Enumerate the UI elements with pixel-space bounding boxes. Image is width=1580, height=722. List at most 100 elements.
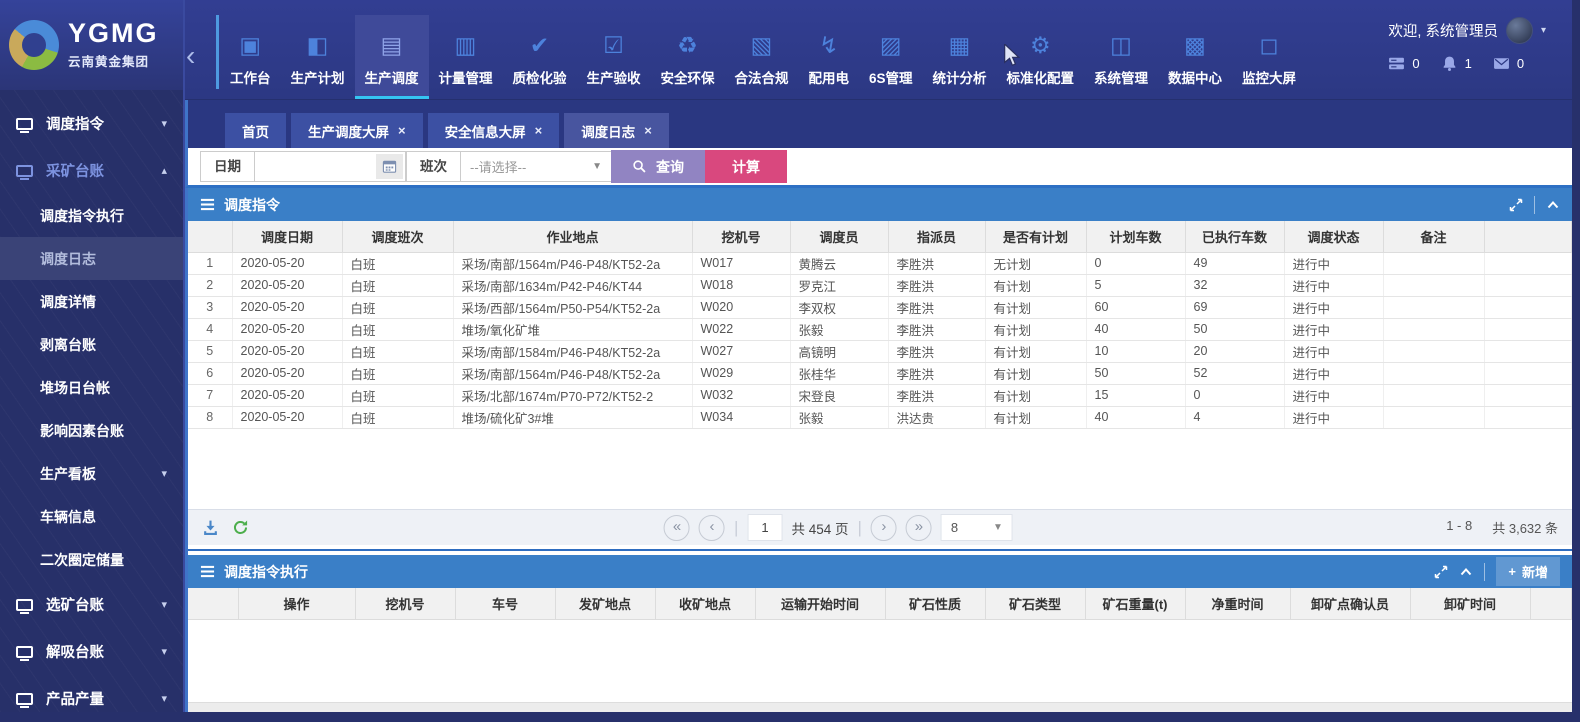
- download-icon[interactable]: [202, 519, 219, 536]
- sidebar-item[interactable]: 生产看板▾: [0, 452, 183, 495]
- sidebar-item-label: 调度日志: [40, 249, 96, 269]
- horizontal-scrollbar[interactable]: [188, 702, 1572, 712]
- topnav-item-bigscreen[interactable]: ◻监控大屏: [1232, 15, 1306, 99]
- add-button[interactable]: + 新增: [1496, 557, 1560, 586]
- collapse-panel-icon[interactable]: [1459, 565, 1473, 579]
- topnav-item-production-plan[interactable]: ◧生产计划: [281, 15, 355, 99]
- column-header: 指派员: [888, 221, 985, 252]
- tab[interactable]: 首页: [225, 113, 286, 148]
- table-cell: 白班: [342, 406, 453, 428]
- calendar-icon[interactable]: [376, 154, 403, 179]
- table-row[interactable]: 52020-05-20白班采场/南部/1584m/P46-P48/KT52-2a…: [188, 340, 1572, 362]
- bell-icon[interactable]: [1441, 55, 1458, 72]
- first-page-button[interactable]: «: [664, 515, 690, 541]
- table-cell: 8: [188, 406, 232, 428]
- calc-button[interactable]: 计算: [705, 150, 787, 183]
- table-row[interactable]: 72020-05-20白班采场/北部/1674m/P70-P72/KT52-2W…: [188, 384, 1572, 406]
- collapse-panel-icon[interactable]: [1546, 198, 1560, 212]
- topnav-item-power[interactable]: ↯配用电: [799, 15, 860, 99]
- table-cell: 李胜洪: [888, 362, 985, 384]
- table-cell: [1383, 384, 1484, 406]
- datacenter-icon: ▩: [1184, 34, 1206, 57]
- table-cell: 采场/北部/1674m/P70-P72/KT52-2: [453, 384, 692, 406]
- table-cell: W018: [692, 274, 790, 296]
- user-menu-caret-icon[interactable]: ▾: [1541, 25, 1546, 36]
- expand-icon[interactable]: [1509, 198, 1523, 212]
- column-header: 是否有计划: [985, 221, 1086, 252]
- close-icon[interactable]: ×: [398, 123, 406, 138]
- server-icon[interactable]: [1388, 55, 1405, 72]
- table-cell: 罗克江: [790, 274, 888, 296]
- refresh-icon[interactable]: [232, 519, 249, 536]
- topnav-item-compliance[interactable]: ▧合法合规: [725, 15, 799, 99]
- table-cell: [1484, 274, 1572, 296]
- topnav-item-acceptance[interactable]: ☑生产验收: [577, 15, 651, 99]
- topnav-item-sixs[interactable]: ▨6S管理: [859, 15, 923, 99]
- table-row[interactable]: 42020-05-20白班堆场/氧化矿堆W022张毅李胜洪有计划4050进行中: [188, 318, 1572, 340]
- sidebar-item[interactable]: 调度指令执行: [0, 194, 183, 237]
- table-cell: 2020-05-20: [232, 406, 342, 428]
- table-row[interactable]: 82020-05-20白班堆场/硫化矿3#堆W034张毅洪达贵有计划404进行中: [188, 406, 1572, 428]
- topnav-item-production-dispatch[interactable]: ▤生产调度: [355, 15, 429, 99]
- table-row[interactable]: 12020-05-20白班采场/南部/1564m/P46-P48/KT52-2a…: [188, 252, 1572, 274]
- topnav-item-quality[interactable]: ✔质检化验: [503, 15, 577, 99]
- topnav-item-measurement[interactable]: ▥计量管理: [429, 15, 503, 99]
- close-icon[interactable]: ×: [535, 123, 543, 138]
- table-cell: 1: [188, 252, 232, 274]
- sidebar-group[interactable]: 产品产量▾: [0, 675, 183, 722]
- query-button-label: 查询: [656, 157, 684, 177]
- sidebar-item[interactable]: 调度详情: [0, 280, 183, 323]
- table-cell: 2020-05-20: [232, 384, 342, 406]
- table-cell: 2020-05-20: [232, 340, 342, 362]
- sidebar-group[interactable]: 采矿台账▴: [0, 147, 183, 194]
- tab-label: 调度日志: [581, 121, 635, 141]
- sidebar-item[interactable]: 影响因素台账: [0, 409, 183, 452]
- shift-select[interactable]: --请选择-- ▼: [460, 151, 612, 182]
- sidebar-collapse-icon[interactable]: ‹: [186, 42, 195, 70]
- mail-icon[interactable]: [1493, 55, 1510, 72]
- table-cell: 40: [1086, 406, 1185, 428]
- logo-icon: [9, 20, 59, 70]
- monitor-icon: [16, 599, 33, 611]
- shift-select-value: --请选择--: [470, 157, 526, 176]
- last-page-button[interactable]: »: [906, 515, 932, 541]
- table-row[interactable]: 62020-05-20白班采场/南部/1564m/P46-P48/KT52-2a…: [188, 362, 1572, 384]
- close-icon[interactable]: ×: [644, 123, 652, 138]
- sidebar-item[interactable]: 二次圈定储量: [0, 538, 183, 581]
- sidebar-item[interactable]: 车辆信息: [0, 495, 183, 538]
- tab[interactable]: 生产调度大屏×: [291, 113, 423, 148]
- topnav-item-system[interactable]: ◫系统管理: [1084, 15, 1158, 99]
- topnav-item-stats[interactable]: ▦统计分析: [923, 15, 997, 99]
- topnav-item-datacenter[interactable]: ▩数据中心: [1158, 15, 1232, 99]
- query-button[interactable]: 查询: [611, 150, 705, 183]
- expand-icon[interactable]: [1434, 565, 1448, 579]
- user-avatar[interactable]: [1506, 17, 1533, 44]
- sidebar-group[interactable]: 调度指令▾: [0, 100, 183, 147]
- prev-page-button[interactable]: ‹: [699, 515, 725, 541]
- topnav-item-safety[interactable]: ♻安全环保: [651, 15, 725, 99]
- topnav-item-label: 生产调度: [365, 67, 419, 87]
- table-cell: [1383, 274, 1484, 296]
- sidebar-group[interactable]: 解吸台账▾: [0, 628, 183, 675]
- page-size-select[interactable]: 8 ▼: [941, 514, 1013, 541]
- table-cell: 白班: [342, 340, 453, 362]
- date-input[interactable]: [254, 151, 406, 182]
- sidebar-item-label: 生产看板: [40, 464, 96, 484]
- tab[interactable]: 安全信息大屏×: [428, 113, 560, 148]
- sidebar-item[interactable]: 堆场日台帐: [0, 366, 183, 409]
- page-input[interactable]: 1: [747, 514, 782, 541]
- topnav-item-workbench[interactable]: ▣工作台: [220, 15, 281, 99]
- sidebar-item[interactable]: 剥离台账: [0, 323, 183, 366]
- table-row[interactable]: 22020-05-20白班采场/南部/1634m/P42-P46/KT44W01…: [188, 274, 1572, 296]
- total-count-text: 共 3,632 条: [1492, 518, 1558, 537]
- table-cell: [1484, 252, 1572, 274]
- sidebar-group[interactable]: 选矿台账▾: [0, 581, 183, 628]
- chevron-down-icon: ▾: [161, 598, 167, 611]
- chevron-down-icon: ▼: [592, 161, 602, 172]
- tab[interactable]: 调度日志 ×: [564, 113, 669, 148]
- logo[interactable]: YGMG 云南黄金集团: [0, 0, 183, 90]
- next-page-button[interactable]: ›: [871, 515, 897, 541]
- table-row[interactable]: 32020-05-20白班采场/西部/1564m/P50-P54/KT52-2a…: [188, 296, 1572, 318]
- header-row: 操作挖机号车号发矿地点收矿地点运输开始时间矿石性质矿石类型矿石重量(t)净重时间…: [188, 588, 1572, 619]
- sidebar-item[interactable]: 调度日志: [0, 237, 183, 280]
